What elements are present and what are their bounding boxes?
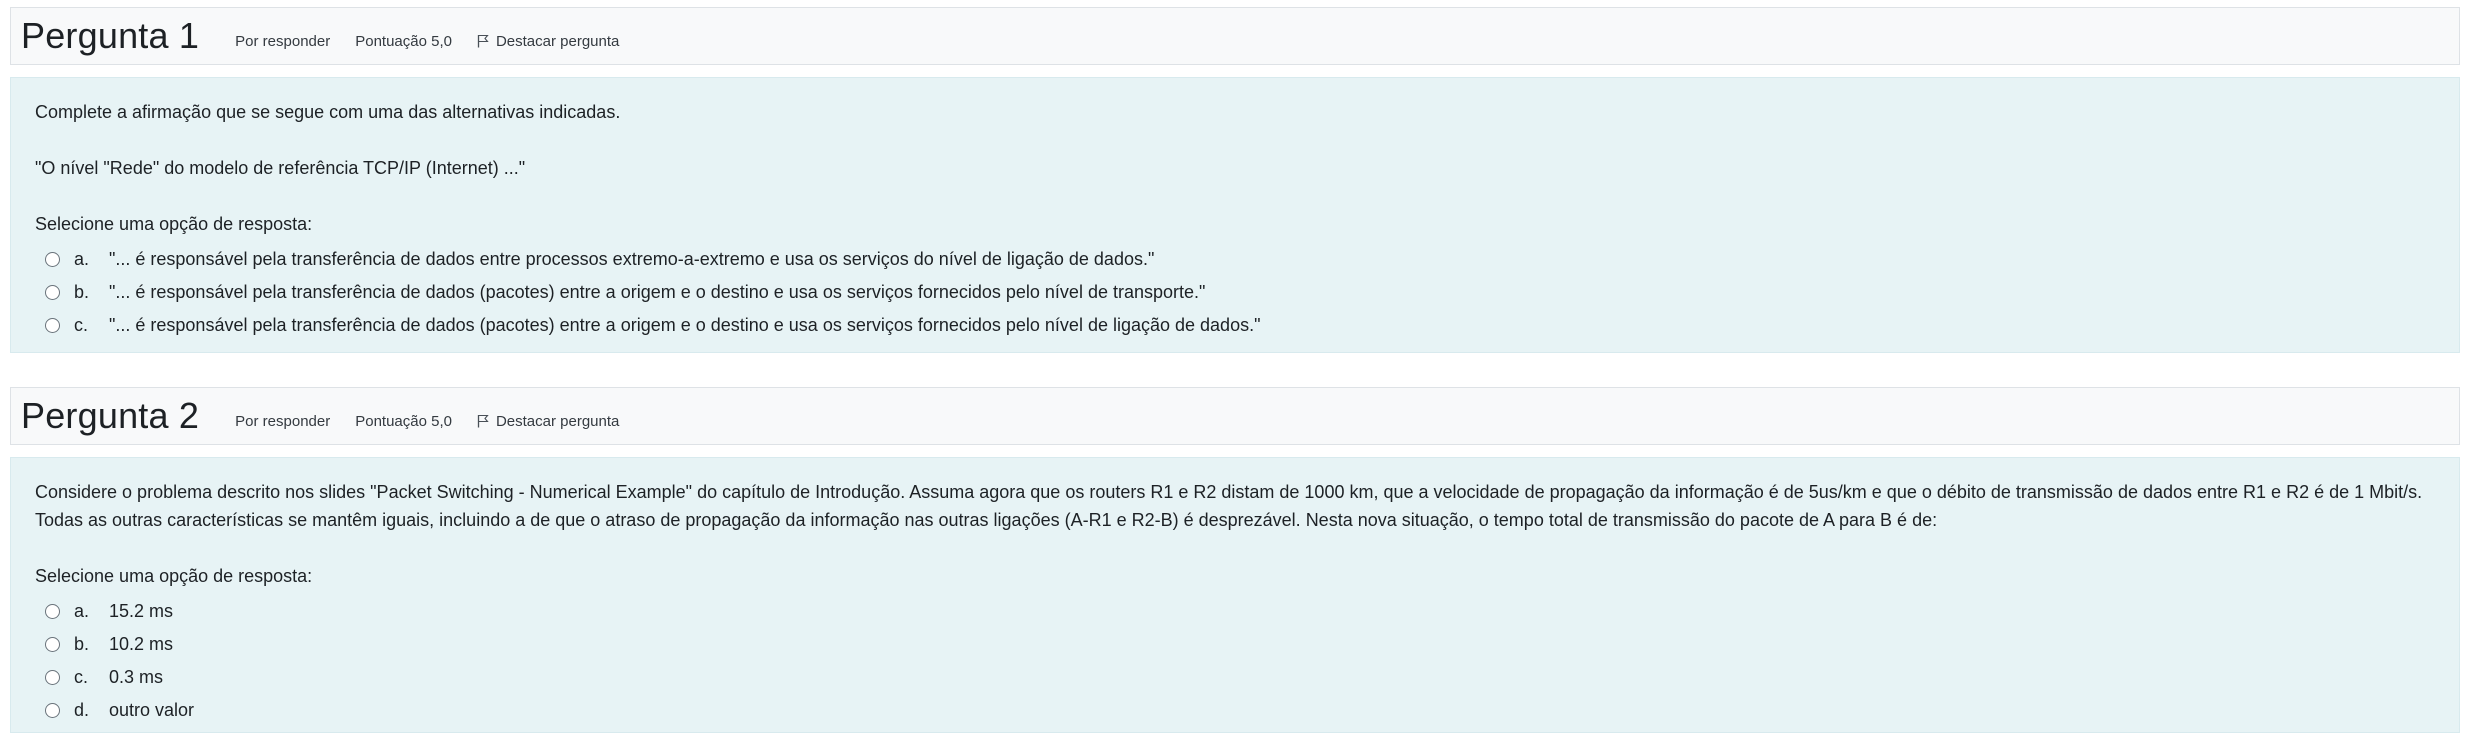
answer-text: outro valor <box>109 700 195 720</box>
answer-option-a[interactable]: a. 15.2 ms <box>35 595 2435 628</box>
answer-letter: a. <box>74 249 90 269</box>
flag-label: Destacar pergunta <box>495 412 620 430</box>
flag-question-link[interactable]: Destacar pergunta <box>477 413 619 430</box>
answer-letter: d. <box>74 700 90 720</box>
radio-button[interactable] <box>45 703 60 718</box>
radio-button[interactable] <box>45 318 60 333</box>
flag-icon <box>477 414 489 428</box>
radio-button[interactable] <box>45 637 60 652</box>
question-text-paragraph: Complete a afirmação que se segue com um… <box>35 102 621 122</box>
answer-letter: a. <box>74 601 90 621</box>
answer-letter: c. <box>74 315 89 335</box>
flag-label: Destacar pergunta <box>495 32 620 50</box>
question-status: Por responder <box>235 32 331 50</box>
answer-text: "... é responsável pela transferência de… <box>109 315 1261 335</box>
answer-list: a. 15.2 ms b. 10.2 ms c. 0.3 ms d. outro… <box>35 595 2435 727</box>
answer-text: "... é responsável pela transferência de… <box>109 282 1206 302</box>
radio-button[interactable] <box>45 670 60 685</box>
answer-option-b[interactable]: b. "... é responsável pela transferência… <box>35 276 2435 309</box>
question-2-body: Considere o problema descrito nos slides… <box>10 457 2460 733</box>
question-score: Pontuação 5,0 <box>355 32 452 50</box>
radio-button[interactable] <box>45 252 60 267</box>
question-1-title: Pergunta 1 <box>21 15 199 57</box>
flag-question-link[interactable]: Destacar pergunta <box>477 33 619 50</box>
answer-text: 15.2 ms <box>109 601 174 621</box>
answer-list: a. "... é responsável pela transferência… <box>35 243 2435 342</box>
answer-letter: c. <box>74 667 89 687</box>
question-title-word: Pergunta <box>21 395 169 436</box>
answer-prompt: Selecione uma opção de resposta: <box>35 214 313 234</box>
radio-button[interactable] <box>45 285 60 300</box>
answer-option-c[interactable]: c. "... é responsável pela transferência… <box>35 309 2435 342</box>
question-score: Pontuação 5,0 <box>355 412 452 430</box>
question-2-title: Pergunta 2 <box>21 395 199 437</box>
answer-text: 10.2 ms <box>109 634 174 654</box>
flag-icon <box>477 34 489 48</box>
question-2-text: Considere o problema descrito nos slides… <box>35 478 2435 534</box>
answer-option-d[interactable]: d. outro valor <box>35 694 2435 727</box>
answer-option-a[interactable]: a. "... é responsável pela transferência… <box>35 243 2435 276</box>
answer-option-c[interactable]: c. 0.3 ms <box>35 661 2435 694</box>
question-title-word: Pergunta <box>21 15 169 56</box>
answer-option-b[interactable]: b. 10.2 ms <box>35 628 2435 661</box>
question-number: 2 <box>178 395 200 436</box>
question-2-header: Pergunta 2 Por responder Pontuação 5,0 D… <box>10 387 2460 445</box>
answer-text: "... é responsável pela transferência de… <box>109 249 1155 269</box>
answer-letter: b. <box>74 282 90 302</box>
question-text-paragraph: Considere o problema descrito nos slides… <box>35 482 2423 530</box>
question-1-text: Complete a afirmação que se segue com um… <box>35 98 2435 182</box>
question-number: 1 <box>178 15 200 56</box>
answer-text: 0.3 ms <box>109 667 164 687</box>
question-1-body: Complete a afirmação que se segue com um… <box>10 77 2460 353</box>
question-status: Por responder <box>235 412 331 430</box>
answer-prompt: Selecione uma opção de resposta: <box>35 566 313 586</box>
question-text-paragraph: "O nível "Rede" do modelo de referência … <box>35 158 526 178</box>
answer-letter: b. <box>74 634 90 654</box>
question-1-header: Pergunta 1 Por responder Pontuação 5,0 D… <box>10 7 2460 65</box>
radio-button[interactable] <box>45 604 60 619</box>
